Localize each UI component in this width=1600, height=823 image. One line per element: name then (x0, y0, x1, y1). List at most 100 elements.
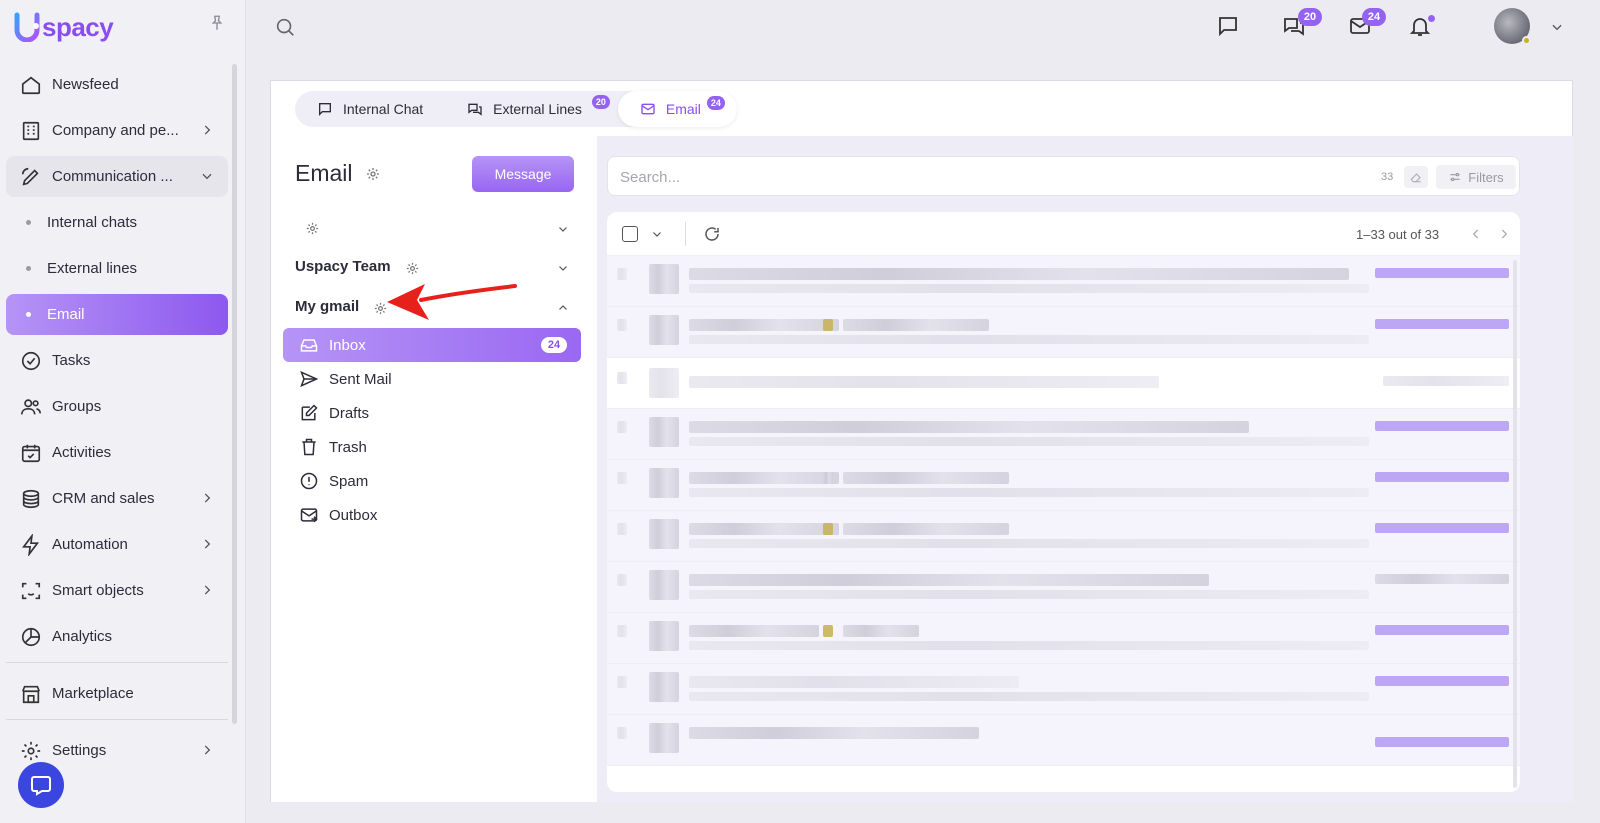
chevron-left-icon[interactable] (1469, 227, 1483, 241)
redacted-avatar (649, 264, 679, 294)
sidebar-item-activities[interactable]: Activities (6, 432, 228, 473)
sidebar-item-label: Automation (52, 536, 128, 553)
account-name-uspacy-team[interactable]: Uspacy Team (295, 258, 391, 275)
edit-icon (301, 404, 318, 421)
gear-icon[interactable] (305, 221, 320, 236)
table-row[interactable] (607, 358, 1520, 409)
chevron-up-icon[interactable] (557, 302, 569, 314)
redacted-subject (689, 472, 839, 484)
new-message-button[interactable]: Message (472, 156, 574, 192)
table-row[interactable] (607, 511, 1520, 562)
redacted-subject (689, 523, 839, 535)
redacted-preview (689, 437, 1369, 446)
list-scrollbar[interactable] (1513, 260, 1517, 788)
table-row[interactable] (607, 307, 1520, 358)
sidebar-item-label: Marketplace (52, 685, 134, 702)
redacted-date (1375, 737, 1509, 747)
redacted-subject (689, 625, 819, 637)
sidebar-divider (6, 719, 228, 720)
brand-name: spacy (42, 11, 114, 42)
tab-internal-chat[interactable]: Internal Chat (295, 91, 445, 127)
sidebar-subitem-label: External lines (47, 260, 138, 277)
table-row[interactable] (607, 460, 1520, 511)
table-row[interactable] (607, 409, 1520, 460)
storefront-icon (21, 685, 41, 703)
sidebar-subitem-internal-chats[interactable]: Internal chats (6, 202, 228, 243)
table-row[interactable] (607, 256, 1520, 307)
chat-bubble-icon (31, 776, 51, 796)
search-input[interactable]: Search... 33 Filters (607, 156, 1520, 196)
sidebar-subitem-email[interactable]: Email (6, 294, 228, 335)
support-chat-button[interactable] (18, 762, 64, 808)
uspacy-logo[interactable]: spacy (14, 10, 114, 44)
redacted-flag (823, 319, 833, 331)
list-toolbar: 1–33 out of 33 (607, 212, 1520, 256)
refresh-icon[interactable] (703, 225, 721, 243)
folder-trash[interactable]: Trash (283, 430, 581, 464)
filters-label: Filters (1468, 169, 1504, 185)
redacted-avatar (649, 519, 679, 549)
send-icon (300, 370, 319, 388)
table-row[interactable] (607, 664, 1520, 715)
red-arrow-annotation (387, 284, 517, 320)
page-title: Email (295, 160, 353, 186)
tab-email[interactable]: Email 24 (617, 91, 737, 127)
redacted-subject (843, 523, 1009, 535)
sidebar-item-communication[interactable]: Communication ... (6, 156, 228, 197)
pin-icon[interactable] (208, 14, 226, 32)
gear-icon[interactable] (405, 261, 420, 276)
sidebar-item-newsfeed[interactable]: Newsfeed (6, 64, 228, 105)
sidebar-item-analytics[interactable]: Analytics (6, 616, 228, 657)
chevron-down-icon[interactable] (1550, 20, 1564, 34)
filters-button[interactable]: Filters (1436, 165, 1516, 189)
folder-label: Spam (329, 472, 369, 490)
sidebar-item-company[interactable]: Company and pe... (6, 110, 228, 151)
redacted-preview (689, 284, 1369, 293)
redacted-checkbox (617, 472, 627, 484)
building-icon (22, 121, 40, 140)
account-name-my-gmail[interactable]: My gmail (295, 298, 359, 315)
redacted-checkbox (617, 727, 627, 739)
chevron-down-icon[interactable] (651, 228, 663, 240)
sidebar-item-label: Tasks (52, 352, 91, 369)
chevron-down-icon[interactable] (557, 223, 569, 235)
home-icon (21, 76, 41, 94)
chat-icon (319, 103, 331, 116)
folder-outbox[interactable]: Outbox (283, 498, 581, 532)
folder-sent-mail[interactable]: Sent Mail (283, 362, 581, 396)
chevron-down-icon[interactable] (557, 262, 569, 274)
table-row[interactable] (607, 613, 1520, 664)
tab-external-lines[interactable]: External Lines 20 (445, 91, 618, 127)
chat-icon[interactable] (1216, 14, 1240, 38)
clear-search-button[interactable] (1404, 166, 1428, 188)
search-icon[interactable] (274, 16, 296, 38)
redacted-subject (843, 319, 989, 331)
status-indicator (1522, 36, 1531, 45)
folder-label: Outbox (329, 506, 378, 524)
sidebar-item-marketplace[interactable]: Marketplace (6, 673, 228, 714)
table-row[interactable] (607, 562, 1520, 613)
communication-tabs: Internal Chat External Lines 20 Email 24 (295, 91, 737, 127)
table-row[interactable] (607, 715, 1520, 766)
gear-icon[interactable] (365, 166, 381, 182)
folder-drafts[interactable]: Drafts (283, 396, 581, 430)
sidebar-scrollbar[interactable] (232, 64, 237, 724)
sidebar-subitem-external-lines[interactable]: External lines (6, 248, 228, 289)
sidebar-item-automation[interactable]: Automation (6, 524, 228, 565)
folder-spam[interactable]: Spam (283, 464, 581, 498)
chevron-right-icon[interactable] (1497, 227, 1511, 241)
redacted-subject (843, 472, 1009, 484)
sidebar-item-smart-objects[interactable]: Smart objects (6, 570, 228, 611)
redacted-avatar (649, 570, 679, 600)
redacted-date (1375, 625, 1509, 635)
folder-label: Trash (329, 438, 367, 456)
redacted-subject (689, 376, 1159, 388)
sidebar-item-crm[interactable]: CRM and sales (6, 478, 228, 519)
select-all-checkbox[interactable] (622, 226, 638, 242)
folder-inbox[interactable]: Inbox 24 (283, 328, 581, 362)
external-chat-icon (468, 103, 482, 116)
redacted-avatar (649, 672, 679, 702)
chevron-down-icon (202, 173, 212, 180)
sidebar-item-tasks[interactable]: Tasks (6, 340, 228, 381)
sidebar-item-groups[interactable]: Groups (6, 386, 228, 427)
